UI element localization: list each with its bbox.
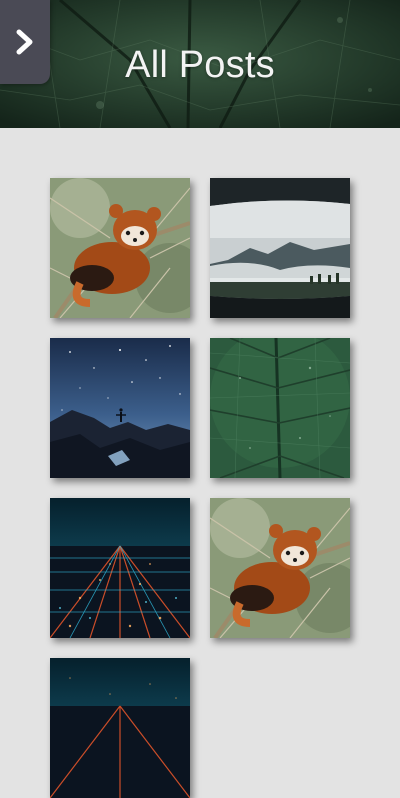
menu-toggle-button[interactable]	[0, 0, 50, 84]
starry-sky-image	[50, 338, 190, 478]
red-panda-image	[210, 498, 350, 638]
post-thumbnail-city-lights-2[interactable]	[50, 658, 190, 798]
post-thumbnail-city-lights[interactable]	[50, 498, 190, 638]
post-thumbnail-green-leaf[interactable]	[210, 338, 350, 478]
chevron-right-icon	[16, 29, 33, 55]
post-thumbnail-mountain-mirror[interactable]	[210, 178, 350, 318]
red-panda-image	[50, 178, 190, 318]
post-thumbnail-red-panda-2[interactable]	[210, 498, 350, 638]
page-header: All Posts	[0, 0, 400, 128]
mountain-mirror-image	[210, 178, 350, 318]
post-thumbnail-red-panda[interactable]	[50, 178, 190, 318]
post-thumbnail-starry-sky[interactable]	[50, 338, 190, 478]
city-lights-image	[50, 498, 190, 638]
page-title: All Posts	[125, 44, 275, 86]
green-leaf-image	[210, 338, 350, 478]
city-lights-image	[50, 658, 190, 798]
